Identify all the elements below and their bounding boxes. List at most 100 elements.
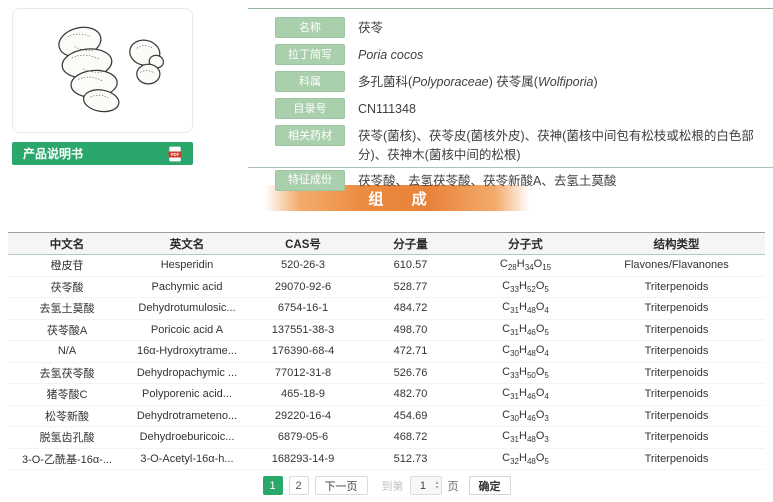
- cell-molecular-weight: 528.77: [358, 276, 463, 298]
- cell-english-name[interactable]: Hesperidin: [126, 255, 248, 277]
- cell-molecular-formula: C28H34O15: [463, 255, 588, 277]
- cell-molecular-formula: C31H46O5: [463, 319, 588, 341]
- field-value: 茯苓(菌核)、茯苓皮(菌核外皮)、茯神(菌核中间包有松枝或松根的白色部分)、茯神…: [358, 125, 767, 163]
- cell-molecular-weight: 610.57: [358, 255, 463, 277]
- next-page-button[interactable]: 下一页: [315, 476, 368, 495]
- cell-english-name[interactable]: Dehydrotumulosic...: [126, 298, 248, 320]
- field-label: 科属: [275, 71, 345, 92]
- cell-structure-type: Triterpenoids: [588, 384, 765, 406]
- cell-cas: 29070-92-6: [248, 276, 358, 298]
- page-buttons: 12: [263, 476, 309, 495]
- table-row: 脱氢齿孔酸 Dehydroeburicoic... 6879-05-6 468.…: [8, 427, 765, 449]
- brochure-label: 产品说明书: [23, 145, 83, 162]
- cell-cas: 520-26-3: [248, 255, 358, 277]
- field-value: 茯苓: [358, 17, 767, 37]
- cell-chinese-name[interactable]: 脱氢齿孔酸: [8, 427, 126, 449]
- page-number-input[interactable]: 1 ▴▾: [410, 476, 442, 495]
- confirm-button[interactable]: 确定: [469, 476, 511, 495]
- product-info-panel: 名称 茯苓 拉丁简写 Poria cocos 科属 多孔菌科(Polyporac…: [248, 8, 773, 168]
- cell-chinese-name[interactable]: 3-O-乙酰基-16α-...: [8, 448, 126, 470]
- page-button-2[interactable]: 2: [289, 476, 309, 495]
- cell-molecular-weight: 526.76: [358, 362, 463, 384]
- cell-cas: 176390-68-4: [248, 341, 358, 363]
- spinner-arrows-icon[interactable]: ▴▾: [435, 481, 440, 491]
- cell-molecular-weight: 512.73: [358, 448, 463, 470]
- cell-structure-type: Triterpenoids: [588, 319, 765, 341]
- table-row: 松苓新酸 Dehydrotrameteno... 29220-16-4 454.…: [8, 405, 765, 427]
- table-header-row: 中文名 英文名 CAS号 分子量 分子式 结构类型: [8, 233, 765, 255]
- info-field-row: 名称 茯苓: [248, 17, 773, 38]
- cell-chinese-name[interactable]: 松苓新酸: [8, 405, 126, 427]
- cell-english-name[interactable]: 16α-Hydroxytrame...: [126, 341, 248, 363]
- product-detail-page: 产品说明书 PDF 名称 茯苓 拉丁简写 Poria cocos 科属 多孔菌科…: [0, 0, 773, 502]
- cell-structure-type: Triterpenoids: [588, 341, 765, 363]
- pagination: 12 下一页 到第 1 ▴▾ 页 确定: [0, 476, 773, 495]
- col-header-structure-type: 结构类型: [588, 233, 765, 255]
- cell-english-name[interactable]: Dehydrotrameteno...: [126, 405, 248, 427]
- cell-molecular-formula: C31H46O4: [463, 384, 588, 406]
- cell-structure-type: Triterpenoids: [588, 448, 765, 470]
- cell-chinese-name[interactable]: 猪苓酸C: [8, 384, 126, 406]
- product-brochure-button[interactable]: 产品说明书 PDF: [12, 142, 193, 165]
- cell-molecular-formula: C31H48O4: [463, 298, 588, 320]
- info-field-row: 拉丁简写 Poria cocos: [248, 44, 773, 65]
- info-field-row: 特征成份 茯苓酸、去氢茯苓酸、茯苓新酸A、去氢土莫酸: [248, 170, 773, 191]
- cell-english-name[interactable]: Dehydropachymic ...: [126, 362, 248, 384]
- field-value: CN111348: [358, 98, 767, 118]
- cell-molecular-weight: 454.69: [358, 405, 463, 427]
- cell-english-name[interactable]: Polyporenic acid...: [126, 384, 248, 406]
- cell-chinese-name[interactable]: 去氢土莫酸: [8, 298, 126, 320]
- goto-page-label: 到第: [382, 478, 404, 494]
- page-button-1[interactable]: 1: [263, 476, 283, 495]
- info-field-row: 相关药材 茯苓(菌核)、茯苓皮(菌核外皮)、茯神(菌核中间包有松枝或松根的白色部…: [248, 125, 773, 163]
- field-label: 特征成份: [275, 170, 345, 191]
- cell-cas: 77012-31-8: [248, 362, 358, 384]
- table-row: 去氢茯苓酸 Dehydropachymic ... 77012-31-8 526…: [8, 362, 765, 384]
- table-row: N/A 16α-Hydroxytrame... 176390-68-4 472.…: [8, 341, 765, 363]
- page-unit-label: 页: [448, 478, 459, 494]
- section-title: 组 成: [356, 188, 438, 209]
- page-number-value: 1: [411, 480, 436, 492]
- left-column: 产品说明书 PDF: [12, 0, 193, 165]
- cell-cas: 168293-14-9: [248, 448, 358, 470]
- cell-chinese-name[interactable]: N/A: [8, 341, 126, 363]
- cell-molecular-weight: 472.71: [358, 341, 463, 363]
- cell-molecular-formula: C30H48O4: [463, 341, 588, 363]
- cell-chinese-name[interactable]: 去氢茯苓酸: [8, 362, 126, 384]
- cell-structure-type: Triterpenoids: [588, 362, 765, 384]
- cell-chinese-name[interactable]: 橙皮苷: [8, 255, 126, 277]
- cell-molecular-weight: 482.70: [358, 384, 463, 406]
- cell-molecular-formula: C33H52O5: [463, 276, 588, 298]
- cell-structure-type: Triterpenoids: [588, 427, 765, 449]
- field-label: 名称: [275, 17, 345, 38]
- cell-english-name[interactable]: Pachymic acid: [126, 276, 248, 298]
- cell-chinese-name[interactable]: 茯苓酸A: [8, 319, 126, 341]
- field-value: 多孔菌科(Polyporaceae) 茯苓属(Wolfiporia): [358, 71, 767, 91]
- cell-molecular-formula: C32H48O5: [463, 448, 588, 470]
- table-row: 橙皮苷 Hesperidin 520-26-3 610.57 C28H34O15…: [8, 255, 765, 277]
- table-row: 去氢土莫酸 Dehydrotumulosic... 6754-16-1 484.…: [8, 298, 765, 320]
- cell-molecular-weight: 468.72: [358, 427, 463, 449]
- cell-cas: 137551-38-3: [248, 319, 358, 341]
- top-section: 产品说明书 PDF 名称 茯苓 拉丁简写 Poria cocos 科属 多孔菌科…: [0, 0, 773, 168]
- cell-english-name[interactable]: 3-O-Acetyl-16α-h...: [126, 448, 248, 470]
- info-field-row: 目录号 CN111348: [248, 98, 773, 119]
- cell-cas: 6879-05-6: [248, 427, 358, 449]
- field-value: Poria cocos: [358, 44, 767, 64]
- table-row: 茯苓酸A Poricoic acid A 137551-38-3 498.70 …: [8, 319, 765, 341]
- composition-table: 中文名 英文名 CAS号 分子量 分子式 结构类型 橙皮苷 Hesperidin…: [8, 232, 765, 470]
- cell-structure-type: Triterpenoids: [588, 276, 765, 298]
- cell-structure-type: Triterpenoids: [588, 298, 765, 320]
- field-label: 目录号: [275, 98, 345, 119]
- col-header-english-name: 英文名: [126, 233, 248, 255]
- svg-text:PDF: PDF: [171, 152, 180, 157]
- col-header-molecular-weight: 分子量: [358, 233, 463, 255]
- table-row: 茯苓酸 Pachymic acid 29070-92-6 528.77 C33H…: [8, 276, 765, 298]
- cell-chinese-name[interactable]: 茯苓酸: [8, 276, 126, 298]
- cell-molecular-formula: C30H46O3: [463, 405, 588, 427]
- info-fields: 名称 茯苓 拉丁简写 Poria cocos 科属 多孔菌科(Polyporac…: [248, 17, 773, 191]
- cell-english-name[interactable]: Dehydroeburicoic...: [126, 427, 248, 449]
- cell-english-name[interactable]: Poricoic acid A: [126, 319, 248, 341]
- col-header-molecular-formula: 分子式: [463, 233, 588, 255]
- field-label: 相关药材: [275, 125, 345, 146]
